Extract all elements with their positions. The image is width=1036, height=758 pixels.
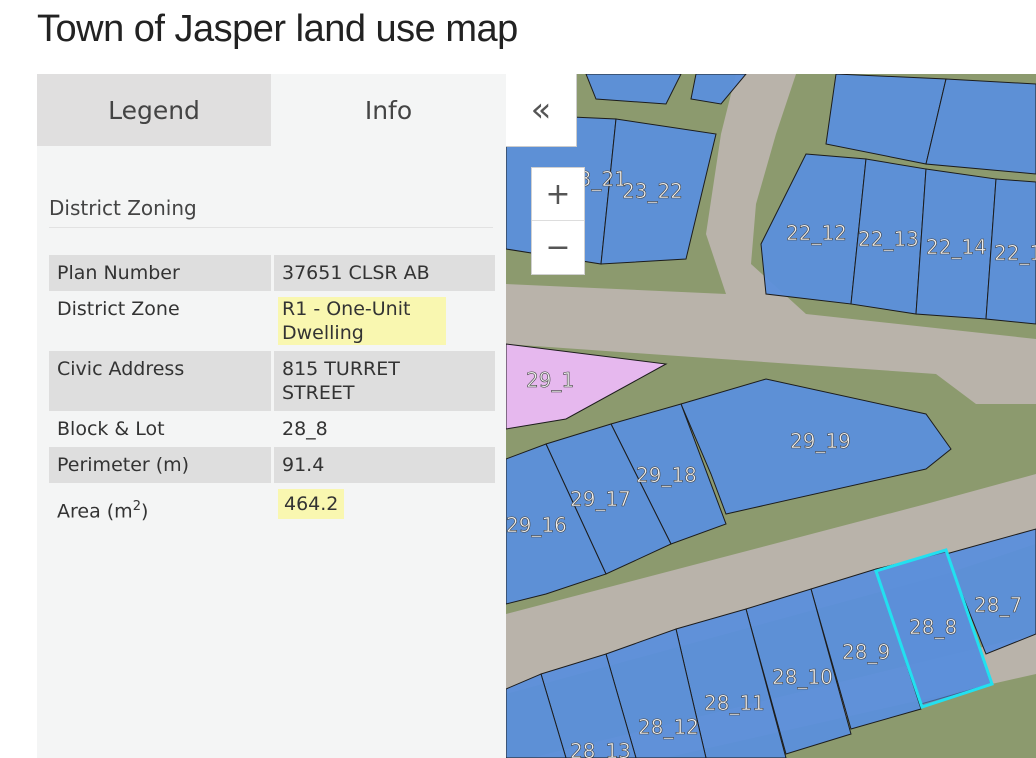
area-label-close: ) — [140, 500, 149, 523]
zoom-control: + − — [531, 167, 585, 275]
attr-value: 815 TURRET STREET — [271, 351, 495, 411]
attr-value: 28_8 — [271, 411, 495, 447]
parcel-label: 23_22 — [622, 179, 683, 203]
tab-legend[interactable]: Legend — [37, 74, 271, 146]
table-row: Civic Address 815 TURRET STREET — [49, 351, 495, 411]
attr-value-highlighted: 464.2 — [278, 489, 345, 519]
attr-value: 91.4 — [271, 447, 495, 483]
parcel-label: 28_10 — [772, 665, 833, 689]
page-title: Town of Jasper land use map — [37, 8, 518, 50]
panel-tabs: Legend Info — [37, 74, 506, 146]
attr-value-cell: 464.2 — [271, 483, 495, 530]
parcel-label: 29_1 — [526, 368, 574, 392]
table-row: District Zone R1 - One-Unit Dwelling — [49, 291, 495, 351]
attr-label: Block & Lot — [57, 418, 165, 440]
table-row: Area (m2) 464.2 — [49, 483, 495, 530]
table-row: Perimeter (m) 91.4 — [49, 447, 495, 483]
parcel-label: 28_8 — [909, 615, 957, 639]
side-panel: Legend Info District Zoning Plan Number … — [37, 74, 506, 758]
area-label-text: Area (m — [57, 500, 133, 523]
attr-label: Area (m2) — [49, 483, 273, 529]
attribute-table: Plan Number 37651 CLSR AB District Zone … — [49, 255, 495, 530]
minus-icon: − — [545, 229, 571, 265]
parcel-label: 29_18 — [636, 463, 697, 487]
parcel-label: 28_12 — [638, 715, 699, 739]
table-row: Plan Number 37651 CLSR AB — [49, 255, 495, 291]
collapse-panel-button[interactable]: « — [506, 74, 577, 147]
attr-label: Plan Number — [49, 255, 273, 291]
attr-value-highlighted: R1 - One-Unit Dwelling — [278, 297, 446, 345]
attr-value-text: 815 TURRET STREET — [282, 358, 400, 404]
section-title: District Zoning — [49, 196, 197, 220]
area-label-superscript: 2 — [132, 499, 141, 514]
tab-info[interactable]: Info — [271, 74, 506, 146]
parcel-label: 28_11 — [704, 691, 765, 715]
plus-icon: + — [545, 176, 571, 212]
parcel-label: 28_9 — [842, 640, 890, 664]
attr-label: Civic Address — [49, 351, 273, 411]
parcel-label: 29_19 — [790, 429, 851, 453]
map-view[interactable]: 23_21 23_22 22_12 22_13 22_14 22_15 29_1… — [506, 74, 1036, 758]
parcel[interactable] — [925, 78, 1036, 175]
section-divider — [49, 227, 493, 228]
parcel-label: 28_7 — [974, 593, 1022, 617]
attr-label: District Zone — [57, 298, 180, 320]
attr-value: 37651 CLSR AB — [271, 255, 495, 291]
attr-value-cell: R1 - One-Unit Dwelling — [271, 291, 495, 351]
parcel-label: 22_13 — [858, 227, 919, 251]
zoom-out-button[interactable]: − — [532, 221, 584, 273]
table-row: Block & Lot 28_8 — [49, 411, 495, 447]
parcel-label: 29_17 — [570, 487, 631, 511]
zoom-in-button[interactable]: + — [532, 168, 584, 221]
parcel-label: 22_14 — [926, 235, 987, 259]
parcel-label: 22_12 — [786, 221, 847, 245]
parcel-label: 28_13 — [570, 739, 631, 758]
parcel[interactable] — [585, 74, 682, 105]
map-canvas[interactable]: 23_21 23_22 22_12 22_13 22_14 22_15 29_1… — [506, 74, 1036, 758]
attr-label: Perimeter (m) — [49, 447, 273, 483]
parcel-label: 29_16 — [506, 513, 567, 537]
parcel-label: 22_15 — [994, 241, 1036, 265]
double-chevron-left-icon: « — [530, 90, 552, 130]
